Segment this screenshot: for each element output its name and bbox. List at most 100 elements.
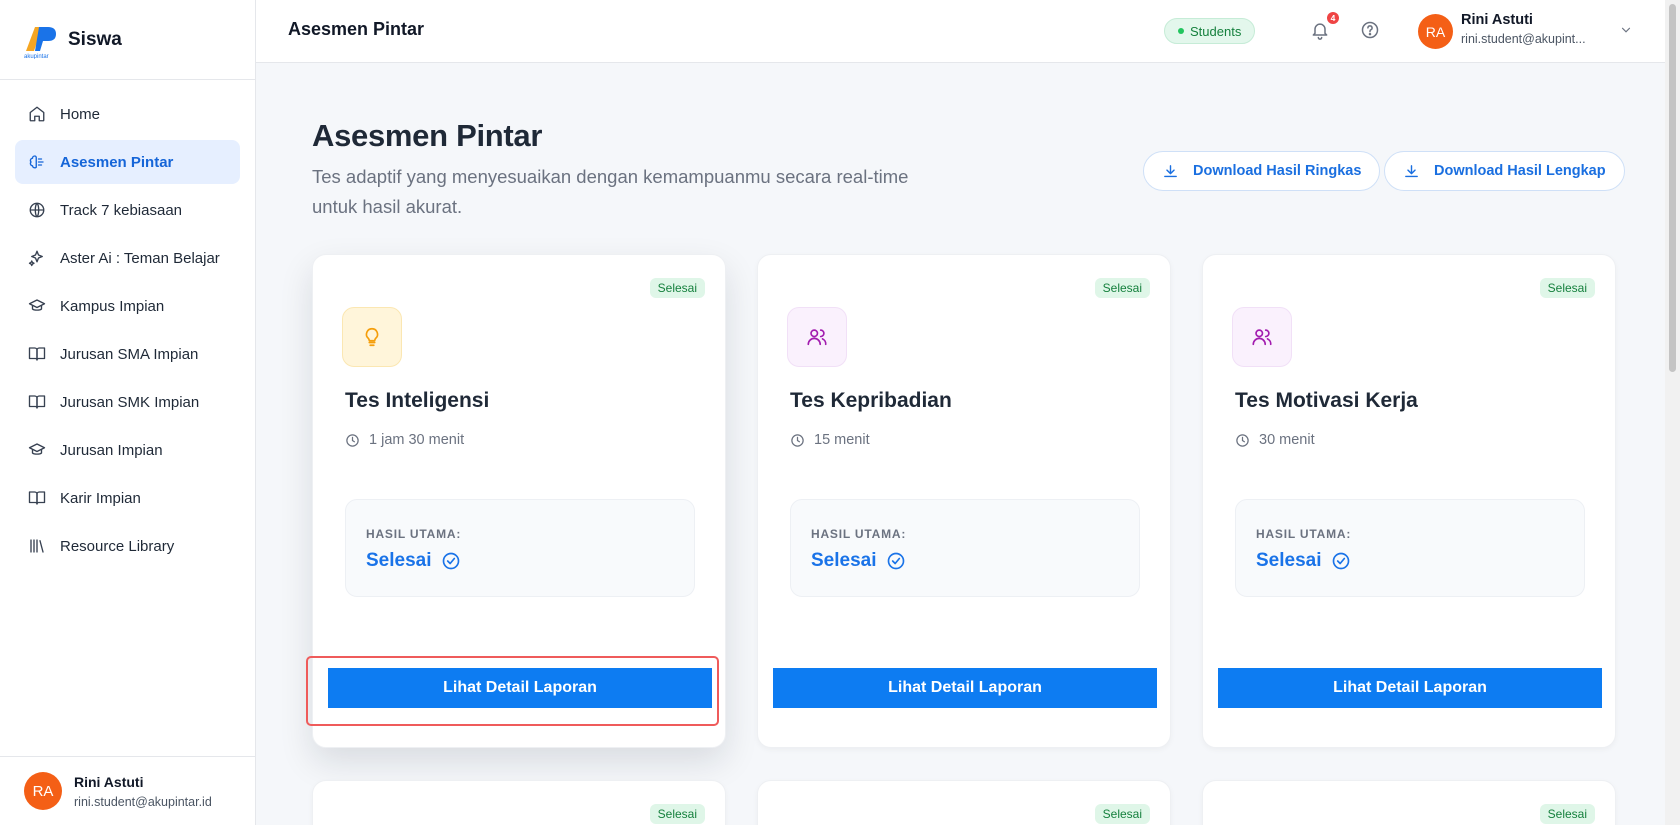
assessment-card-row2-1: Selesai [312,780,726,825]
check-circle-icon [887,552,904,570]
brain-icon [29,155,44,169]
sidebar-item-label: Asesmen Pintar [60,153,174,171]
role-badge: Students [1164,18,1256,44]
brand-name: Siswa [68,28,122,50]
download-icon [1164,164,1177,177]
card-duration: 30 menit [1235,432,1315,448]
result-value-text: Selesai [1256,550,1322,571]
sidebar-item-label: Home [60,105,101,123]
page-title: Asesmen Pintar [312,118,543,153]
result-label: HASIL UTAMA: [1256,527,1352,541]
status-badge: Selesai [1094,804,1150,824]
sidebar-item-label: Track 7 kebiasaan [60,201,183,219]
status-badge: Selesai [1094,278,1150,298]
book-icon [28,491,46,505]
sidebar-item-label: Resource Library [60,537,175,555]
sidebar-item-aster-ai[interactable]: Aster Ai : Teman Belajar [15,236,240,280]
page-description: Tes adaptif yang menyesuaikan dengan kem… [312,166,909,217]
result-label: HASIL UTAMA: [811,527,907,541]
card-duration: 15 menit [790,432,870,448]
result-label: HASIL UTAMA: [366,527,462,541]
clock-icon [346,433,359,447]
download-summary-label: Download Hasil Ringkas [1193,163,1362,179]
sparkles-icon [28,250,43,267]
notification-badge: 4 [1327,12,1339,24]
header-avatar[interactable]: RA [1418,14,1453,49]
sidebar-item-label: Jurusan SMK Impian [60,393,200,411]
card-title: Tes Motivasi Kerja [1235,389,1418,412]
result-value: Selesai [366,550,461,572]
sidebar-item-karir-impian[interactable]: Karir Impian [15,476,240,520]
view-report-button[interactable]: Lihat Detail Laporan [1218,668,1602,708]
card-title: Tes Kepribadian [790,389,952,412]
header-user-email: rini.student@akupint... [1461,32,1586,46]
result-value-text: Selesai [366,550,432,571]
result-box: HASIL UTAMA: Selesai [1235,499,1585,597]
clock-icon [791,433,804,447]
sidebar-item-label: Jurusan Impian [60,441,163,459]
sidebar-item-resource-library[interactable]: Resource Library [15,524,240,568]
sidebar-item-label: Kampus Impian [60,297,165,315]
result-value: Selesai [1256,550,1351,572]
sidebar: akupintar Siswa Home Asesmen Pintar Trac… [0,0,256,825]
role-label: Students [1190,23,1242,39]
status-badge: Selesai [1539,804,1595,824]
result-box: HASIL UTAMA: Selesai [345,499,695,597]
assessment-card-tes-kepribadian: Selesai Tes Kepribadian 15 menit HASIL U… [757,254,1171,748]
home-icon [29,106,45,122]
scrollbar-thumb[interactable] [1669,4,1676,372]
help-icon[interactable] [1360,20,1380,40]
lightbulb-icon [365,327,379,347]
sidebar-item-track-7-kebiasaan[interactable]: Track 7 kebiasaan [15,188,240,232]
assessment-card-tes-motivasi-kerja: Selesai Tes Motivasi Kerja 30 menit HASI… [1202,254,1616,748]
globe-icon [29,202,45,218]
card-icon-box [787,307,847,367]
sidebar-nav: Home Asesmen Pintar Track 7 kebiasaan As… [0,80,255,584]
sidebar-item-jurusan-smk-impian[interactable]: Jurusan SMK Impian [15,380,240,424]
status-badge: Selesai [649,278,705,298]
result-value: Selesai [811,550,906,572]
check-circle-icon [1332,552,1349,570]
book-icon [28,347,46,361]
top-header: Asesmen Pintar Students 4 RA Rini Astuti… [256,0,1665,63]
chevron-down-icon[interactable] [1619,23,1633,37]
sidebar-item-jurusan-sma-impian[interactable]: Jurusan SMA Impian [15,332,240,376]
avatar: RA [24,772,62,810]
sidebar-item-label: Aster Ai : Teman Belajar [60,249,220,267]
akupintar-logo: akupintar [22,21,60,60]
assessment-card-row2-3: Selesai [1202,780,1616,825]
sidebar-item-asesmen-pintar[interactable]: Asesmen Pintar [15,140,240,184]
library-icon [30,539,44,553]
download-icon [1405,164,1418,177]
sidebar-user-profile[interactable]: RA Rini Astuti rini.student@akupintar.id [0,756,255,825]
result-value-text: Selesai [811,550,877,571]
header-title: Asesmen Pintar [288,19,425,39]
sidebar-item-label: Jurusan SMA Impian [60,345,199,363]
card-icon-box [1232,307,1292,367]
sidebar-item-label: Karir Impian [60,489,141,507]
graduation-cap-icon [28,299,46,311]
card-duration: 1 jam 30 menit [345,432,464,448]
status-badge: Selesai [649,804,705,824]
sidebar-item-home[interactable]: Home [15,92,240,136]
status-badge: Selesai [1539,278,1595,298]
result-box: HASIL UTAMA: Selesai [790,499,1140,597]
download-full-button[interactable]: Download Hasil Lengkap [1384,151,1625,191]
users-icon [1252,329,1272,346]
sidebar-item-jurusan-impian[interactable]: Jurusan Impian [15,428,240,472]
highlight-outline [306,656,719,726]
duration-text: 1 jam 30 menit [369,432,465,448]
bell-icon[interactable] [1310,20,1330,40]
card-icon-box [342,307,402,367]
book-icon [28,395,46,409]
check-circle-icon [442,552,459,570]
brand[interactable]: akupintar Siswa [0,0,255,80]
view-report-button[interactable]: Lihat Detail Laporan [773,668,1157,708]
header-user-name[interactable]: Rini Astuti [1461,12,1533,28]
sidebar-item-kampus-impian[interactable]: Kampus Impian [15,284,240,328]
download-summary-button[interactable]: Download Hasil Ringkas [1143,151,1381,191]
card-title: Tes Inteligensi [345,389,490,412]
duration-text: 15 menit [814,432,870,448]
graduation-cap-icon [28,443,46,455]
user-name: Rini Astuti [74,773,144,790]
